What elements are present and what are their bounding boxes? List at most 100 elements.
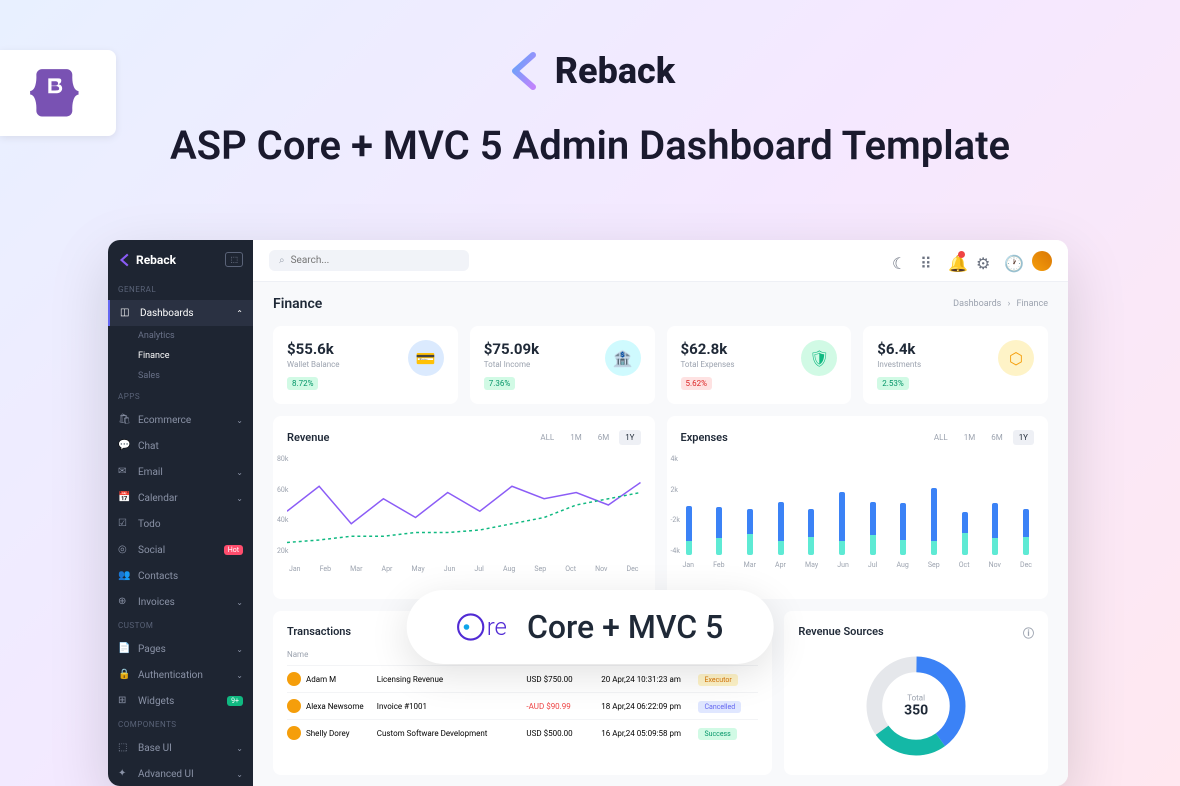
stat-label: Investments	[877, 360, 921, 369]
table-row[interactable]: Alexa Newsome Invoice #1001 -AUD $90.99 …	[287, 692, 758, 719]
chart-tab-1Y[interactable]: 1Y	[619, 430, 640, 445]
advancedui-icon: ✦	[118, 768, 130, 780]
bar	[1022, 509, 1030, 555]
chart-tab-1M[interactable]: 1M	[958, 430, 981, 445]
lock-icon: 🔒	[118, 669, 130, 681]
sidebar-sub-finance[interactable]: Finance	[108, 346, 253, 366]
topbar-icons: ☾ ⠿ 🔔 ⚙ 🕐	[892, 251, 1052, 271]
clock-icon[interactable]: 🕐	[1004, 254, 1018, 268]
sidebar-item-ecommerce[interactable]: 🛍Ecommerce⌄	[108, 407, 253, 433]
sidebar-item-pages[interactable]: 📄Pages⌄	[108, 636, 253, 662]
stat-value: $6.4k	[877, 340, 921, 358]
search-icon: ⌕	[279, 255, 285, 266]
sidebar-item-calendar[interactable]: 📅Calendar⌄	[108, 485, 253, 511]
expenses-title: Expenses	[681, 431, 728, 444]
chart-tab-ALL[interactable]: ALL	[534, 430, 560, 445]
expenses-chart: 4k2k-2k-4k JanFebMarApr	[681, 455, 1035, 585]
search-box[interactable]: ⌕	[269, 250, 469, 271]
status-badge: Success	[698, 728, 736, 740]
bar	[961, 512, 969, 555]
revenue-chart-card: Revenue ALL1M6M1Y 80k60k40k20k JanFebMar…	[273, 416, 655, 599]
expenses-chart-card: Expenses ALL1M6M1Y 4k2k-2k-4k	[667, 416, 1049, 599]
donut-chart: Total 350	[798, 651, 1034, 761]
sidebar-item-baseui[interactable]: ⬚Base UI⌄	[108, 735, 253, 761]
sidebar-item-chat[interactable]: 💬Chat	[108, 433, 253, 459]
social-icon: ◎	[118, 544, 130, 556]
reback-icon	[505, 51, 545, 91]
apps-icon[interactable]: ⠿	[920, 254, 934, 268]
collapse-icon[interactable]: ⬚	[225, 252, 243, 267]
stat-delta: 7.36%	[484, 377, 515, 390]
widgets-icon: ⊞	[118, 695, 130, 707]
page-header: Finance Dashboards › Finance	[253, 282, 1068, 326]
card-icon: 💳	[408, 340, 444, 376]
count-badge: 9+	[227, 696, 243, 706]
chart-tab-ALL[interactable]: ALL	[928, 430, 954, 445]
stat-label: Total Income	[484, 360, 539, 369]
dotnet-core-logo: re	[457, 613, 507, 641]
bar	[746, 509, 754, 555]
avatar	[287, 672, 301, 686]
sidebar-item-dashboards[interactable]: ◫Dashboards⌃	[108, 300, 253, 326]
bar	[807, 509, 815, 555]
section-custom: CUSTOM	[108, 615, 253, 636]
search-input[interactable]	[291, 255, 459, 266]
breadcrumb-parent[interactable]: Dashboards	[953, 299, 1001, 309]
sidebar-item-contacts[interactable]: 👥Contacts	[108, 563, 253, 589]
sidebar-item-social[interactable]: ◎SocialHot	[108, 537, 253, 563]
chevron-down-icon: ⌄	[236, 770, 243, 779]
tagline: ASP Core + MVC 5 Admin Dashboard Templat…	[0, 122, 1180, 169]
main-content: ⌕ ☾ ⠿ 🔔 ⚙ 🕐 Finance Dashboards › Finance…	[253, 240, 1068, 786]
chevron-down-icon: ⌄	[236, 598, 243, 607]
calendar-icon: 📅	[118, 492, 130, 504]
chart-tab-1M[interactable]: 1M	[564, 430, 587, 445]
sidebar-item-todo[interactable]: ☑Todo	[108, 511, 253, 537]
sidebar-logo[interactable]: Reback	[118, 253, 176, 267]
dashboard-icon: ◫	[120, 307, 132, 319]
shield-icon: 🛡	[801, 340, 837, 376]
chart-tab-6M[interactable]: 6M	[592, 430, 615, 445]
gear-icon[interactable]: ⚙	[976, 254, 990, 268]
avatar	[287, 699, 301, 713]
donut-label: Total	[904, 694, 928, 703]
contacts-icon: 👥	[118, 570, 130, 582]
pill-text: Core + MVC 5	[527, 608, 723, 646]
bar	[715, 507, 723, 555]
revenue-sources-card: Revenue Sources ⓘ Total 350	[784, 611, 1048, 775]
stat-value: $62.8k	[681, 340, 735, 358]
bar	[777, 502, 785, 555]
sidebar-item-auth[interactable]: 🔒Authentication⌄	[108, 662, 253, 688]
sidebar-item-advancedui[interactable]: ✦Advanced UI⌄	[108, 761, 253, 786]
pages-icon: 📄	[118, 643, 130, 655]
section-general: GENERAL	[108, 279, 253, 300]
chart-tab-6M[interactable]: 6M	[985, 430, 1008, 445]
stat-card: $75.09k Total Income 7.36% 🏦	[470, 326, 655, 404]
stat-card: $55.6k Wallet Balance 8.72% 💳	[273, 326, 458, 404]
avatar[interactable]	[1032, 251, 1052, 271]
chevron-down-icon: ⌄	[236, 494, 243, 503]
sidebar-sub-sales[interactable]: Sales	[108, 366, 253, 386]
sidebar-item-widgets[interactable]: ⊞Widgets9+	[108, 688, 253, 714]
table-row[interactable]: Shelly Dorey Custom Software Development…	[287, 719, 758, 746]
brand-text: Reback	[555, 50, 675, 92]
hero: Reback ASP Core + MVC 5 Admin Dashboard …	[0, 0, 1180, 169]
brand-logo: Reback	[0, 50, 1180, 92]
baseui-icon: ⬚	[118, 742, 130, 754]
sidebar-item-invoices[interactable]: ⊕Invoices⌄	[108, 589, 253, 615]
info-icon[interactable]: ⓘ	[1023, 625, 1034, 641]
pill-overlay: re Core + MVC 5	[407, 590, 774, 664]
sidebar-item-email[interactable]: ✉Email⌄	[108, 459, 253, 485]
cube-icon: ⬡	[998, 340, 1034, 376]
bell-icon[interactable]: 🔔	[948, 254, 962, 268]
chevron-down-icon: ⌄	[236, 416, 243, 425]
stat-label: Total Expenses	[681, 360, 735, 369]
sidebar-sub-analytics[interactable]: Analytics	[108, 326, 253, 346]
invoice-icon: ⊕	[118, 596, 130, 608]
chart-tab-1Y[interactable]: 1Y	[1013, 430, 1034, 445]
table-row[interactable]: Adam M Licensing Revenue USD $750.00 20 …	[287, 665, 758, 692]
theme-icon[interactable]: ☾	[892, 254, 906, 268]
revenue-chart: 80k60k40k20k JanFebMarAprMayJunJulAugSep…	[287, 455, 641, 585]
expenses-tabs: ALL 1M 6M 1Y	[928, 430, 1034, 445]
charts-row: Revenue ALL1M6M1Y 80k60k40k20k JanFebMar…	[253, 404, 1068, 611]
stat-delta: 2.53%	[877, 377, 908, 390]
